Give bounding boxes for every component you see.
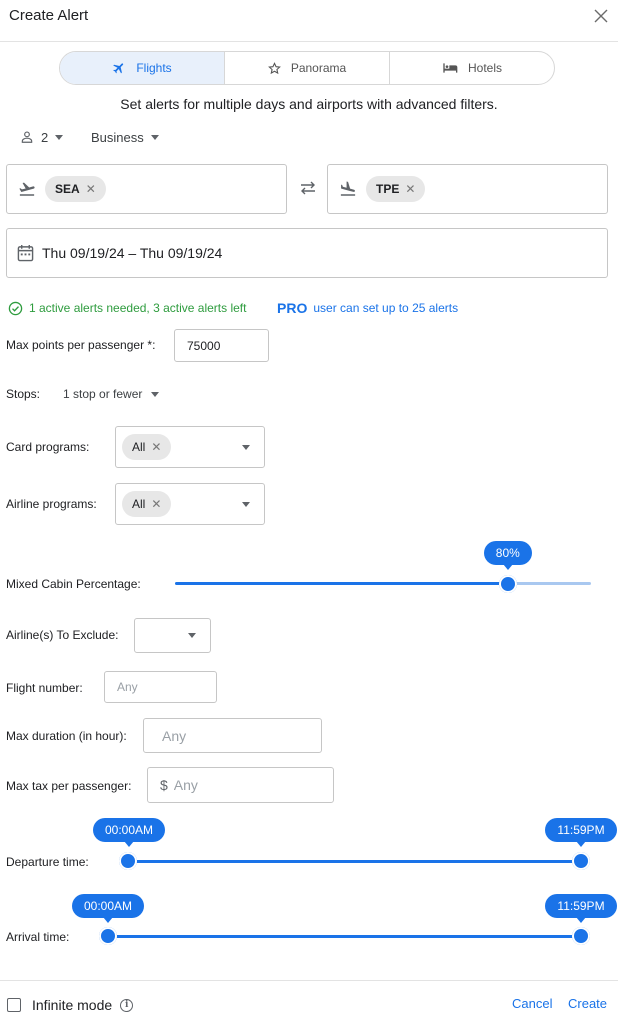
airplane-icon xyxy=(113,63,124,74)
airline-programs-chip-label: All xyxy=(132,497,146,511)
card-programs-chip-label: All xyxy=(132,440,146,454)
departure-start-thumb[interactable] xyxy=(119,852,137,870)
remove-chip-icon[interactable]: ✕ xyxy=(151,440,161,454)
chevron-down-icon xyxy=(150,134,159,140)
origin-field[interactable]: SEA ✕ xyxy=(6,164,287,214)
flight-number-label: Flight number: xyxy=(6,681,83,695)
chevron-down-icon xyxy=(151,391,160,397)
star-icon xyxy=(267,61,281,74)
footer-divider xyxy=(0,980,618,981)
departure-end-thumb[interactable] xyxy=(572,852,590,870)
stops-value: 1 stop or fewer xyxy=(63,387,143,401)
remove-chip-icon[interactable]: ✕ xyxy=(151,497,161,511)
tab-flights[interactable]: Flights xyxy=(60,52,225,84)
currency-symbol: $ xyxy=(160,777,168,793)
pro-badge: PRO xyxy=(277,300,308,316)
max-tax-input[interactable] xyxy=(173,770,324,800)
date-range-value: Thu 09/19/24 – Thu 09/19/24 xyxy=(42,245,223,261)
card-programs-chip[interactable]: All ✕ xyxy=(122,434,172,460)
arrival-time-label: Arrival time: xyxy=(6,930,70,944)
check-circle-icon xyxy=(8,301,23,315)
destination-code: TPE xyxy=(376,182,400,196)
subtitle: Set alerts for multiple days and airport… xyxy=(120,96,498,112)
max-duration-input[interactable] xyxy=(143,718,322,753)
exclude-airlines-select[interactable] xyxy=(134,618,211,653)
alerts-status-text: 1 active alerts needed, 3 active alerts … xyxy=(29,301,247,315)
max-points-label: Max points per passenger *: xyxy=(6,338,156,352)
close-icon xyxy=(594,9,608,23)
infinite-mode-checkbox[interactable] xyxy=(7,998,21,1012)
chevron-down-icon xyxy=(242,444,250,450)
swap-airports-button[interactable] xyxy=(297,178,319,198)
max-tax-field[interactable]: $ xyxy=(147,767,334,803)
infinite-mode-row: Infinite mode i xyxy=(32,997,134,1013)
departure-end-tooltip: 11:59PM xyxy=(545,818,617,847)
tab-flights-label: Flights xyxy=(136,61,172,75)
chevron-down-icon xyxy=(55,134,64,140)
card-programs-select[interactable]: All ✕ xyxy=(115,426,265,468)
landing-icon xyxy=(340,181,356,196)
dialog-title: Create Alert xyxy=(9,7,89,24)
arrival-start-thumb[interactable] xyxy=(99,927,117,945)
create-button[interactable]: Create xyxy=(568,996,607,1011)
remove-chip-icon[interactable]: ✕ xyxy=(405,182,415,196)
stops-label: Stops: xyxy=(6,387,41,401)
pro-upsell[interactable]: PRO user can set up to 25 alerts xyxy=(277,300,458,316)
mixed-cabin-tooltip: 80% xyxy=(483,541,532,570)
airline-programs-label: Airline programs: xyxy=(6,497,97,511)
flight-number-input[interactable] xyxy=(104,671,217,703)
tab-hotels-label: Hotels xyxy=(467,61,502,75)
arrival-start-tooltip: 00:00AM xyxy=(72,894,144,923)
close-button[interactable] xyxy=(591,6,611,26)
origin-chip[interactable]: SEA ✕ xyxy=(45,176,106,202)
passenger-select[interactable]: 2 xyxy=(20,128,64,146)
departure-start-tooltip: 00:00AM xyxy=(93,818,165,847)
max-duration-label: Max duration (in hour): xyxy=(6,729,127,743)
tab-hotels[interactable]: Hotels xyxy=(390,52,554,84)
infinite-mode-label: Infinite mode xyxy=(32,997,113,1013)
exclude-airlines-label: Airline(s) To Exclude: xyxy=(6,628,119,642)
mixed-cabin-thumb[interactable] xyxy=(498,575,517,593)
card-programs-label: Card programs: xyxy=(6,440,90,454)
destination-field[interactable]: TPE ✕ xyxy=(327,164,608,214)
cabin-value: Business xyxy=(91,129,144,145)
cabin-select[interactable]: Business xyxy=(91,128,159,146)
chevron-down-icon xyxy=(242,501,250,507)
header-divider xyxy=(0,41,618,42)
passenger-count: 2 xyxy=(41,129,49,145)
date-range-field[interactable]: Thu 09/19/24 – Thu 09/19/24 xyxy=(6,228,608,278)
tab-panorama[interactable]: Panorama xyxy=(225,52,390,84)
alerts-status: 1 active alerts needed, 3 active alerts … xyxy=(8,300,246,316)
mixed-cabin-label: Mixed Cabin Percentage: xyxy=(6,577,141,591)
destination-chip[interactable]: TPE ✕ xyxy=(366,176,426,202)
arrival-end-thumb[interactable] xyxy=(572,927,590,945)
origin-code: SEA xyxy=(55,182,80,196)
tab-panorama-label: Panorama xyxy=(290,61,347,75)
mixed-cabin-track-rest[interactable] xyxy=(507,582,591,585)
departure-time-label: Departure time: xyxy=(6,855,89,869)
cancel-button[interactable]: Cancel xyxy=(512,996,552,1011)
person-icon xyxy=(21,131,33,143)
max-tax-label: Max tax per passenger: xyxy=(6,779,132,793)
bed-icon xyxy=(443,63,458,73)
takeoff-icon xyxy=(19,182,35,196)
mode-tabs: Flights Panorama Hotels xyxy=(59,51,555,85)
mixed-cabin-track-fill[interactable] xyxy=(175,582,508,585)
arrival-track[interactable] xyxy=(108,935,581,938)
airline-programs-chip[interactable]: All ✕ xyxy=(122,491,172,517)
swap-icon xyxy=(301,181,315,195)
airline-programs-select[interactable]: All ✕ xyxy=(115,483,265,525)
arrival-end-tooltip: 11:59PM xyxy=(545,894,617,923)
departure-track[interactable] xyxy=(128,860,581,863)
pro-upsell-text: user can set up to 25 alerts xyxy=(313,301,459,315)
max-points-input[interactable] xyxy=(174,329,269,362)
calendar-icon xyxy=(17,244,34,262)
info-icon[interactable]: i xyxy=(120,998,134,1012)
chevron-down-icon xyxy=(188,633,196,638)
remove-chip-icon[interactable]: ✕ xyxy=(86,182,96,196)
stops-select[interactable]: 1 stop or fewer xyxy=(63,386,160,402)
